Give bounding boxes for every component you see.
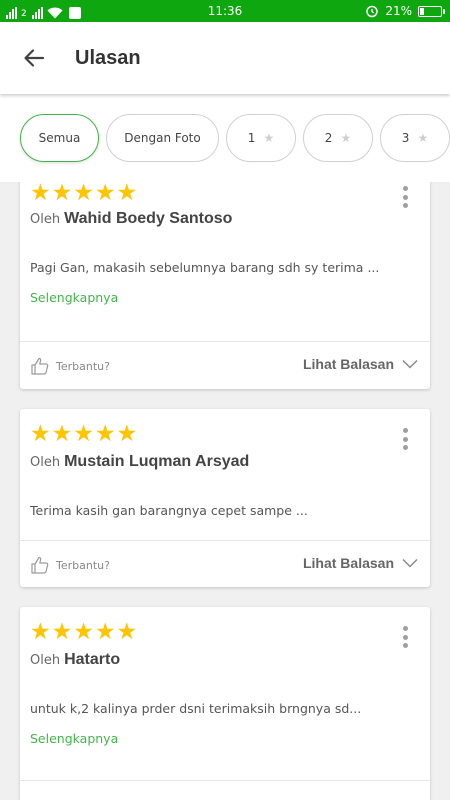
page-title: Ulasan: [75, 47, 141, 69]
review-card: ★ ★ ★ ★ ★ Oleh Wahid Boedy Santoso Pagi Gan, …: [20, 182, 430, 389]
rating-stars: ★ ★ ★ ★ ★: [30, 621, 137, 644]
star-icon: ★: [73, 182, 94, 206]
thumbs-up-icon: [31, 556, 49, 574]
review-text: untuk k,2 kalinya prder dsni terimaksih …: [30, 701, 362, 716]
more-options-button[interactable]: [400, 626, 410, 648]
by-prefix: Oleh: [30, 212, 61, 227]
review-text: Pagi Gan, makasih sebelumnya barang sdh …: [30, 260, 380, 275]
star-icon: ★: [94, 182, 116, 206]
star-icon: ★: [51, 182, 73, 206]
author-name: Wahid Boedy Santoso: [64, 210, 233, 227]
by-prefix: Oleh: [30, 455, 61, 470]
status-icons-right: 21%: [365, 3, 445, 19]
chip-label: 3: [401, 131, 410, 145]
author-name: Hatarto: [64, 651, 121, 668]
filter-chip-with-photo[interactable]: Dengan Foto: [106, 114, 219, 162]
helpful-label: Terbantu?: [56, 558, 110, 572]
star-icon: ★: [30, 421, 51, 447]
star-icon: ★: [73, 619, 94, 645]
app-bar: Ulasan: [0, 22, 450, 94]
star-icon: ★: [51, 421, 73, 447]
review-card: ★ ★ ★ ★ ★ Oleh Mustain Luqman Arsyad Terima k…: [20, 409, 430, 587]
rating-stars: ★ ★ ★ ★ ★: [30, 423, 137, 446]
status-bar: 2 11:36 21%: [0, 0, 450, 22]
star-icon: ★: [30, 182, 51, 206]
view-replies-button[interactable]: Lihat Balasan: [303, 356, 418, 372]
more-options-button[interactable]: [400, 186, 410, 208]
chip-label: 2: [324, 131, 333, 145]
review-footer: Terbantu? Lihat Balasan: [20, 342, 430, 389]
review-card: ★ ★ ★ ★ ★ Oleh Hatarto untuk k,2 kalinya prde…: [20, 607, 430, 800]
more-options-button[interactable]: [400, 428, 410, 450]
review-footer: Terbantu? Lihat Balasan: [20, 541, 430, 588]
chevron-down-icon: [402, 359, 418, 369]
by-prefix: Oleh: [30, 653, 61, 668]
filter-bar: Semua Dengan Foto 1 ★ 2 ★ 3 ★: [0, 94, 450, 182]
helpful-label: Terbantu?: [56, 359, 110, 373]
battery-level: [420, 7, 424, 15]
star-icon: ★: [340, 131, 352, 145]
thumbs-up-icon: [31, 357, 49, 375]
star-icon: ★: [116, 182, 138, 206]
divider: [20, 780, 430, 781]
battery-percent: 21%: [385, 4, 412, 18]
chip-label: Semua: [38, 131, 81, 145]
view-replies-button[interactable]: Lihat Balasan: [303, 555, 418, 571]
read-more-link[interactable]: Selengkapnya: [30, 731, 118, 746]
filter-chip-2-star[interactable]: 2 ★: [303, 114, 373, 162]
star-icon: ★: [116, 421, 138, 447]
star-icon: ★: [94, 421, 116, 447]
star-icon: ★: [417, 131, 429, 145]
read-more-link[interactable]: Selengkapnya: [30, 290, 118, 305]
helpful-button[interactable]: Terbantu?: [30, 356, 110, 376]
replies-label: Lihat Balasan: [302, 356, 394, 372]
chevron-down-icon: [402, 558, 418, 568]
alarm-icon: [366, 5, 379, 18]
filter-chip-all[interactable]: Semua: [20, 114, 99, 162]
review-list[interactable]: ★ ★ ★ ★ ★ Oleh Wahid Boedy Santoso Pagi Gan, …: [0, 182, 450, 800]
chip-label: 1: [247, 131, 256, 145]
review-author: Oleh Wahid Boedy Santoso: [30, 210, 232, 228]
review-author: Oleh Mustain Luqman Arsyad: [30, 453, 249, 471]
star-icon: ★: [116, 619, 138, 645]
arrow-back-icon: [24, 49, 45, 67]
back-button[interactable]: [18, 42, 50, 74]
star-icon: ★: [263, 131, 275, 145]
author-name: Mustain Luqman Arsyad: [64, 453, 250, 470]
rating-stars: ★ ★ ★ ★ ★: [30, 182, 137, 205]
filter-chip-3-star[interactable]: 3 ★: [380, 114, 450, 162]
filter-chip-1-star[interactable]: 1 ★: [226, 114, 296, 162]
star-icon: ★: [30, 619, 51, 645]
star-icon: ★: [73, 421, 94, 447]
battery-icon: [418, 5, 445, 17]
replies-label: Lihat Balasan: [302, 555, 394, 571]
star-icon: ★: [94, 619, 116, 645]
chip-label: Dengan Foto: [124, 131, 201, 145]
review-text: Terima kasih gan barangnya cepet sampe .…: [30, 503, 308, 518]
helpful-button[interactable]: Terbantu?: [30, 555, 110, 575]
review-author: Oleh Hatarto: [30, 651, 120, 669]
star-icon: ★: [51, 619, 73, 645]
filter-chips: Semua Dengan Foto 1 ★ 2 ★ 3 ★: [20, 114, 450, 162]
